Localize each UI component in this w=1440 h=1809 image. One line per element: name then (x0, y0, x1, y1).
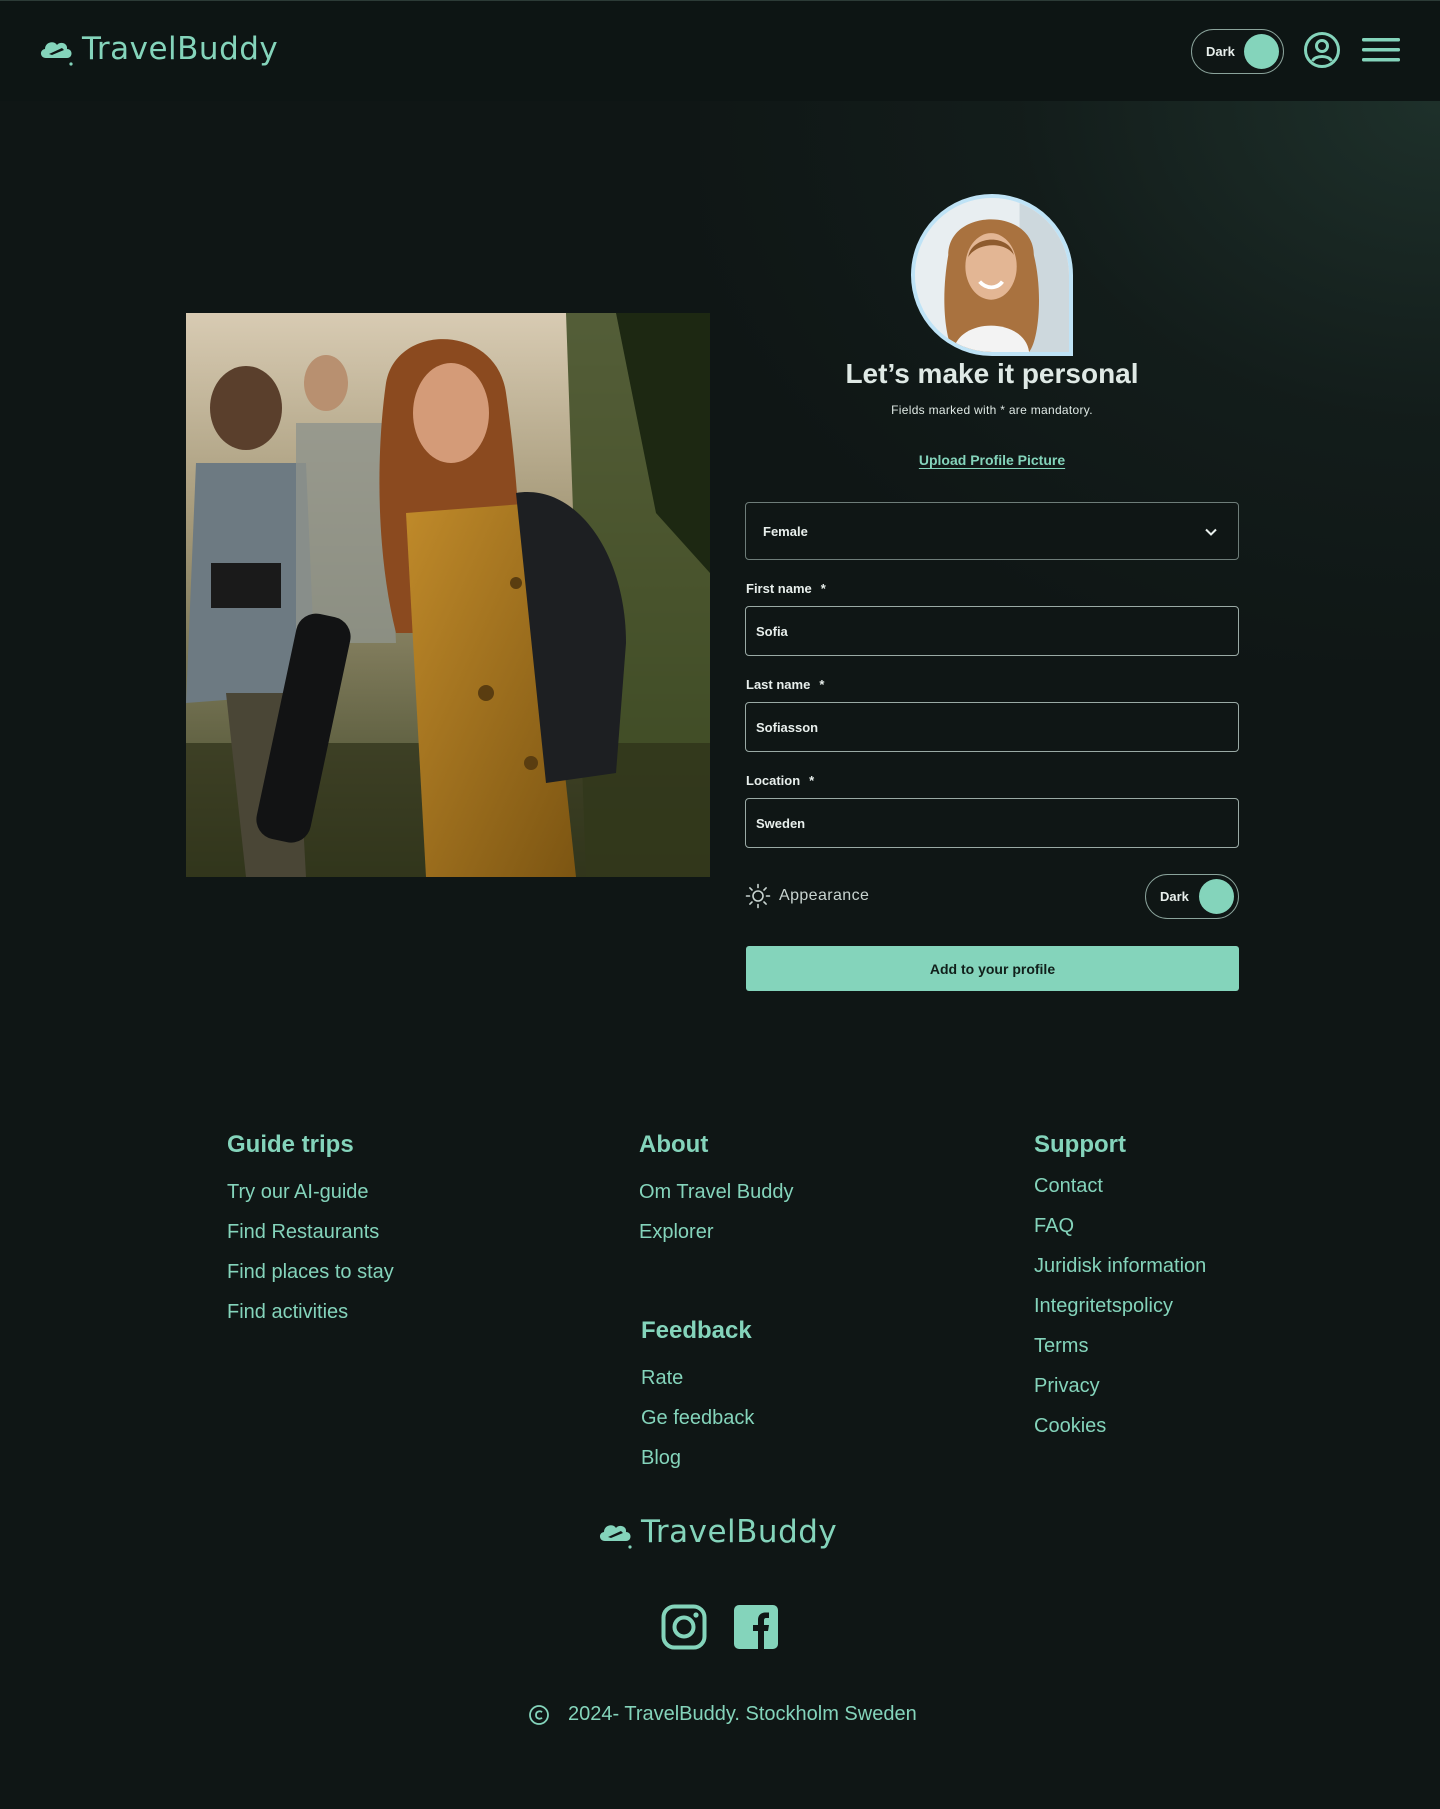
gender-select-value: Female (763, 524, 808, 539)
footer-heading: Support (1034, 1131, 1126, 1158)
footer-link[interactable]: Explorer (639, 1221, 713, 1244)
last-name-input[interactable] (745, 702, 1239, 752)
location-input[interactable] (745, 798, 1239, 848)
gender-select[interactable]: Female (745, 502, 1239, 560)
appearance-toggle-label: Dark (1160, 889, 1189, 904)
copyright: 2024- TravelBuddy. Stockholm Sweden (528, 1703, 917, 1726)
upload-profile-picture-link[interactable]: Upload Profile Picture (919, 452, 1065, 468)
footer-feedback: Feedback (641, 1317, 752, 1345)
copyright-icon (529, 1704, 549, 1725)
add-to-profile-button[interactable]: Add to your profile (746, 946, 1239, 991)
footer-about: About (639, 1131, 708, 1159)
sun-icon (745, 883, 771, 909)
footer-link[interactable]: Try our AI-guide (227, 1181, 369, 1204)
cloud-plane-logo-icon (599, 1525, 632, 1549)
footer-link[interactable]: Terms (1034, 1335, 1088, 1358)
footer-logo[interactable]: TravelBuddy (597, 1514, 837, 1550)
footer-link[interactable]: Cookies (1034, 1415, 1106, 1438)
required-mark: * (809, 773, 815, 788)
header-logo[interactable]: TravelBuddy (38, 31, 278, 67)
site-header: TravelBuddy Dark (0, 1, 1440, 101)
footer-link[interactable]: Juridisk information (1034, 1255, 1206, 1278)
location-label-text: Location (746, 773, 801, 788)
appearance-label: Appearance (779, 887, 870, 904)
footer-link[interactable]: Integritetspolicy (1034, 1295, 1173, 1318)
appearance-row: Appearance (745, 876, 869, 916)
facebook-icon[interactable] (733, 1604, 779, 1650)
upload-profile-picture-wrap: Upload Profile Picture (760, 452, 1224, 468)
footer-link[interactable]: Om Travel Buddy (639, 1181, 794, 1204)
footer-guide-trips: Guide trips (227, 1131, 354, 1159)
footer-link[interactable]: Privacy (1034, 1375, 1100, 1398)
footer-heading: About (639, 1131, 709, 1158)
theme-toggle-label: Dark (1206, 44, 1235, 59)
footer-heading: Feedback (641, 1317, 752, 1344)
required-mark: * (820, 581, 826, 596)
chevron-down-icon (1205, 528, 1217, 536)
theme-toggle[interactable]: Dark (1191, 29, 1284, 74)
profile-avatar[interactable] (911, 194, 1073, 356)
footer-heading: Guide trips (227, 1131, 354, 1158)
last-name-label-text: Last name (746, 677, 811, 692)
footer-link[interactable]: Ge feedback (641, 1407, 754, 1430)
hamburger-menu-icon[interactable] (1362, 35, 1400, 65)
first-name-label-text: First name (746, 581, 812, 596)
footer-link[interactable]: Find activities (227, 1301, 348, 1324)
brand-name: TravelBuddy (641, 1514, 838, 1550)
cloud-plane-logo-icon (40, 42, 73, 66)
footer-link[interactable]: Blog (641, 1447, 681, 1470)
footer-link[interactable]: Rate (641, 1367, 683, 1390)
travelers-photo (186, 313, 710, 877)
first-name-input[interactable] (745, 606, 1239, 656)
location-label: Location * (746, 773, 814, 788)
form-subtitle: Fields marked with * are mandatory. (891, 403, 1093, 417)
toggle-knob (1244, 34, 1279, 69)
instagram-icon[interactable] (661, 1604, 707, 1650)
footer-link[interactable]: Find Restaurants (227, 1221, 379, 1244)
footer-link[interactable]: Contact (1034, 1175, 1103, 1198)
brand-name: TravelBuddy (82, 31, 279, 67)
footer-link[interactable]: Find places to stay (227, 1261, 394, 1284)
required-mark: * (819, 677, 825, 692)
footer-link[interactable]: FAQ (1034, 1215, 1074, 1238)
toggle-knob (1199, 879, 1234, 914)
form-title: Let’s make it personal (845, 358, 1139, 389)
first-name-label: First name * (746, 581, 826, 596)
footer-support: Support (1034, 1131, 1126, 1159)
last-name-label: Last name * (746, 677, 824, 692)
user-account-icon[interactable] (1303, 31, 1341, 69)
copyright-text: 2024- TravelBuddy. Stockholm Sweden (568, 1703, 917, 1725)
appearance-toggle[interactable]: Dark (1145, 874, 1239, 919)
